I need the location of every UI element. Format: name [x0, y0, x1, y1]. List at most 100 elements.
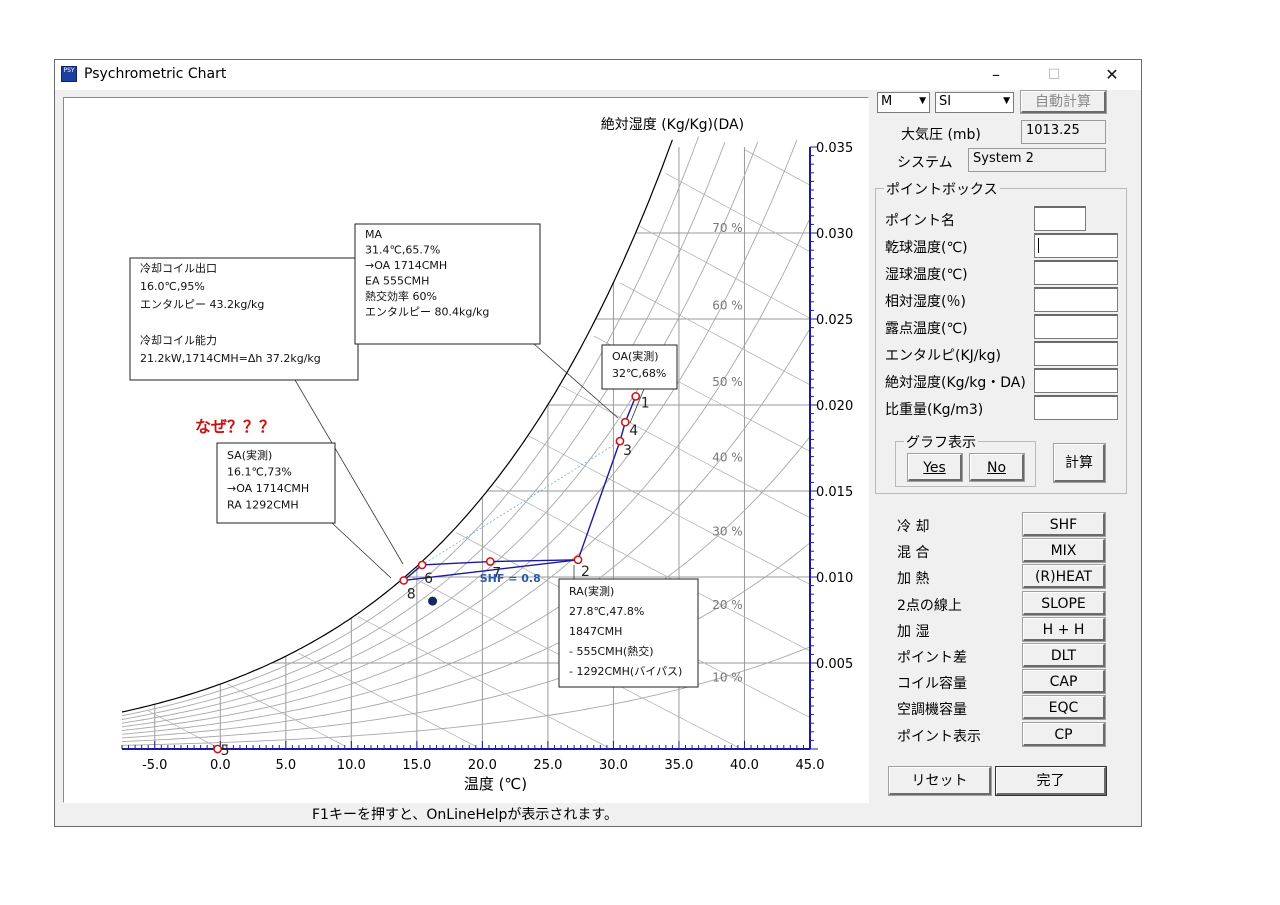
ra-note-line: 27.8℃,47.8% [569, 605, 644, 618]
point-field-input[interactable] [1034, 206, 1086, 231]
ra-note-line: - 1292CMH(バイパス) [569, 665, 682, 678]
ma-note-line: EA 555CMH [365, 275, 429, 288]
question-text: なぜ？？？ [195, 417, 275, 436]
calc-button[interactable]: 計算 [1053, 443, 1106, 483]
point-field-input[interactable] [1034, 368, 1118, 393]
function-button-cp[interactable]: CP [1022, 721, 1106, 747]
no-button[interactable]: No [969, 453, 1025, 482]
state-point-label: 1 [641, 395, 650, 411]
cooling-coil-note-line: 16.0℃,95% [140, 280, 205, 293]
y-tick-label: 0.015 [816, 485, 853, 500]
x-tick-label: 0.0 [210, 758, 231, 773]
state-point [417, 560, 427, 570]
function-button-r-heat[interactable]: (R)HEAT [1022, 564, 1106, 590]
point-field-label: 湿球温度(℃) [885, 267, 968, 283]
enthalpy-line [560, 385, 811, 519]
point-field-label: 比重量(Kg/m3) [885, 402, 984, 418]
y-tick-label: 0.010 [816, 571, 853, 586]
function-button-h-h[interactable]: H + H [1022, 616, 1106, 642]
point-field-input[interactable] [1034, 341, 1118, 366]
point-field-input[interactable] [1034, 260, 1118, 285]
pressure-label: 大気圧 (mb) [901, 127, 981, 143]
point-field-input[interactable] [1034, 395, 1118, 420]
rh-label: 20 % [712, 598, 743, 612]
function-button-eqc[interactable]: EQC [1022, 695, 1106, 721]
close-button[interactable]: ✕ [1089, 60, 1135, 90]
ra-note-line: - 555CMH(熱交) [569, 644, 654, 658]
oa-note-line: 32℃,68% [612, 367, 666, 380]
state-point-label: 6 [424, 571, 433, 587]
system-value[interactable]: System 2 [968, 148, 1106, 172]
x-tick-label: 35.0 [664, 758, 693, 773]
pressure-value[interactable]: 1013.25 [1021, 120, 1106, 144]
state-point [631, 392, 641, 401]
auto-calc-button[interactable]: 自動計算 [1020, 90, 1107, 114]
function-button-cap[interactable]: CAP [1022, 669, 1106, 695]
state-point-label: 3 [623, 443, 632, 459]
point-field-input[interactable] [1034, 287, 1118, 312]
function-label: ポイント差 [897, 650, 967, 666]
point-field-label: 露点温度(℃) [885, 321, 968, 337]
function-label: コイル容量 [897, 676, 967, 693]
rh-label: 50 % [712, 375, 743, 389]
y-tick-label: 0.020 [816, 399, 853, 414]
done-button[interactable]: 完了 [995, 766, 1107, 796]
point-field-label: 相対湿度(％) [885, 294, 966, 310]
state-point [399, 576, 409, 585]
process-line [422, 560, 491, 566]
function-label: 空調機容量 [897, 702, 967, 719]
function-label: 冷 却 [897, 519, 930, 535]
mode-select[interactable]: M ▼ [877, 92, 930, 113]
system-label: システム [897, 155, 953, 171]
state-point-label: 8 [407, 586, 416, 602]
point-field-label: エンタルピ(KJ/kg) [885, 348, 1001, 364]
chevron-down-icon: ▼ [919, 96, 926, 106]
function-button-slope[interactable]: SLOPE [1022, 590, 1106, 616]
y-tick-label: 0.030 [816, 227, 853, 242]
ma-note-line: →OA 1714CMH [365, 259, 447, 272]
yes-button[interactable]: Yes [907, 453, 963, 482]
point-field-label: 絶対湿度(Kg/kg・DA) [885, 375, 1026, 391]
rh-label: 10 % [712, 671, 743, 685]
function-label: 2点の線上 [897, 597, 962, 614]
function-label: 混 合 [897, 545, 930, 562]
state-point [485, 557, 495, 566]
enthalpy-line [744, 149, 811, 186]
app-window: PSY Psychrometric Chart – ☐ ✕ 10 % 20 % 30… [54, 59, 1142, 827]
x-tick-label: 40.0 [730, 758, 759, 773]
title-bar[interactable]: PSY Psychrometric Chart – ☐ ✕ [55, 60, 1141, 90]
enthalpy-line [298, 653, 476, 747]
function-label: ポイント表示 [897, 728, 981, 745]
state-point [620, 417, 630, 427]
function-button-dlt[interactable]: DLT [1022, 643, 1106, 668]
point-field-input[interactable] [1034, 233, 1118, 258]
chevron-down-icon: ▼ [1003, 96, 1010, 106]
rh-label: 30 % [712, 525, 743, 539]
y-tick-label: 0.005 [816, 657, 853, 672]
enthalpy-line [665, 173, 811, 253]
minimize-button[interactable]: – [973, 60, 1019, 90]
psychrometric-chart[interactable]: 10 %20 %30 %40 %50 %60 %70 %-5.0 0.0 5.0 10… [64, 98, 868, 802]
rh-label: 70 % [712, 221, 743, 235]
shf-label: SHF = 0.8 [480, 572, 541, 585]
y-tick-label: 0.025 [816, 313, 853, 328]
enthalpy-line [528, 435, 811, 585]
text-caret [1038, 238, 1039, 253]
unit-select[interactable]: SI ▼ [935, 92, 1014, 113]
mixing-line [421, 440, 621, 566]
function-label: 加 湿 [897, 623, 930, 640]
ma-note-line: 31.4℃,65.7% [365, 244, 440, 257]
point-field-label: ポイント名 [885, 213, 955, 229]
psychrometric-chart-area[interactable]: 10 % 20 % 30 % 40 % 50 % 60 % 70 % -5.0 0.0 5.0 10… [63, 97, 869, 803]
function-button-shf[interactable]: SHF [1022, 512, 1106, 537]
reset-button[interactable]: リセット [888, 766, 992, 796]
x-tick-label: 25.0 [533, 758, 562, 773]
point-field-input[interactable] [1034, 314, 1118, 339]
sa-note-line: RA 1292CMH [227, 499, 299, 512]
oa-note-line: OA(実測) [612, 349, 659, 363]
maximize-button[interactable]: ☐ [1031, 60, 1077, 90]
function-label: 加 熱 [897, 571, 930, 588]
function-button-mix[interactable]: MIX [1022, 538, 1106, 564]
state-point [573, 555, 583, 565]
ra-note-line: RA(実測) [569, 584, 614, 598]
